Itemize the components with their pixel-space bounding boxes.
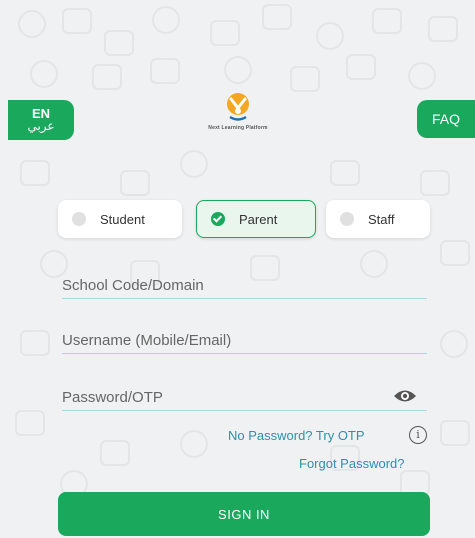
role-parent[interactable]: Parent [196,200,316,238]
check-icon [211,212,225,226]
background-decoration-icon [440,420,470,446]
background-decoration-icon [346,54,376,80]
background-decoration-icon [440,330,468,358]
username-input[interactable] [62,331,427,349]
background-decoration-icon [290,66,320,92]
role-student[interactable]: Student [58,200,182,238]
background-decoration-icon [262,4,292,30]
background-decoration-icon [224,56,252,84]
language-ar-label: عربي [27,119,55,133]
info-icon[interactable]: i [409,426,427,444]
school-code-input[interactable] [62,276,427,294]
role-staff-label: Staff [368,211,395,227]
language-toggle[interactable]: EN عربي [8,100,74,140]
password-input[interactable] [62,388,427,406]
background-decoration-icon [120,170,150,196]
eye-icon[interactable] [393,388,417,404]
background-decoration-icon [30,60,58,88]
app-logo: Next Learning Platform [186,92,290,148]
background-decoration-icon [15,410,45,436]
password-field [62,384,427,411]
background-decoration-icon [92,64,122,90]
radio-unchecked-icon [340,212,354,226]
role-student-label: Student [100,211,145,227]
logo-icon [227,93,249,121]
background-decoration-icon [100,440,130,466]
try-otp-link[interactable]: No Password? Try OTP [228,428,365,443]
background-decoration-icon [330,160,360,186]
sign-in-button[interactable]: SIGN IN [58,492,430,536]
role-parent-label: Parent [239,211,278,227]
forgot-password-link[interactable]: Forgot Password? [299,456,405,471]
role-staff[interactable]: Staff [326,200,430,238]
username-field [62,327,427,354]
background-decoration-icon [210,20,240,46]
school-code-field [62,272,427,299]
background-decoration-icon [18,10,46,38]
background-decoration-icon [440,240,470,266]
background-decoration-icon [150,58,180,84]
radio-unchecked-icon [72,212,86,226]
background-decoration-icon [428,16,458,42]
background-decoration-icon [20,330,50,356]
background-decoration-icon [20,160,50,186]
faq-button[interactable]: FAQ [417,100,475,138]
background-decoration-icon [316,22,344,50]
background-decoration-icon [104,30,134,56]
background-decoration-icon [180,150,208,178]
background-decoration-icon [180,430,208,458]
background-decoration-icon [152,6,180,34]
background-decoration-icon [62,8,92,34]
background-decoration-icon [420,170,450,196]
background-decoration-icon [372,8,402,34]
logo-text: Next Learning Platform [208,125,268,131]
role-selector: Student Parent Staff [58,200,430,240]
background-decoration-icon [408,62,436,90]
